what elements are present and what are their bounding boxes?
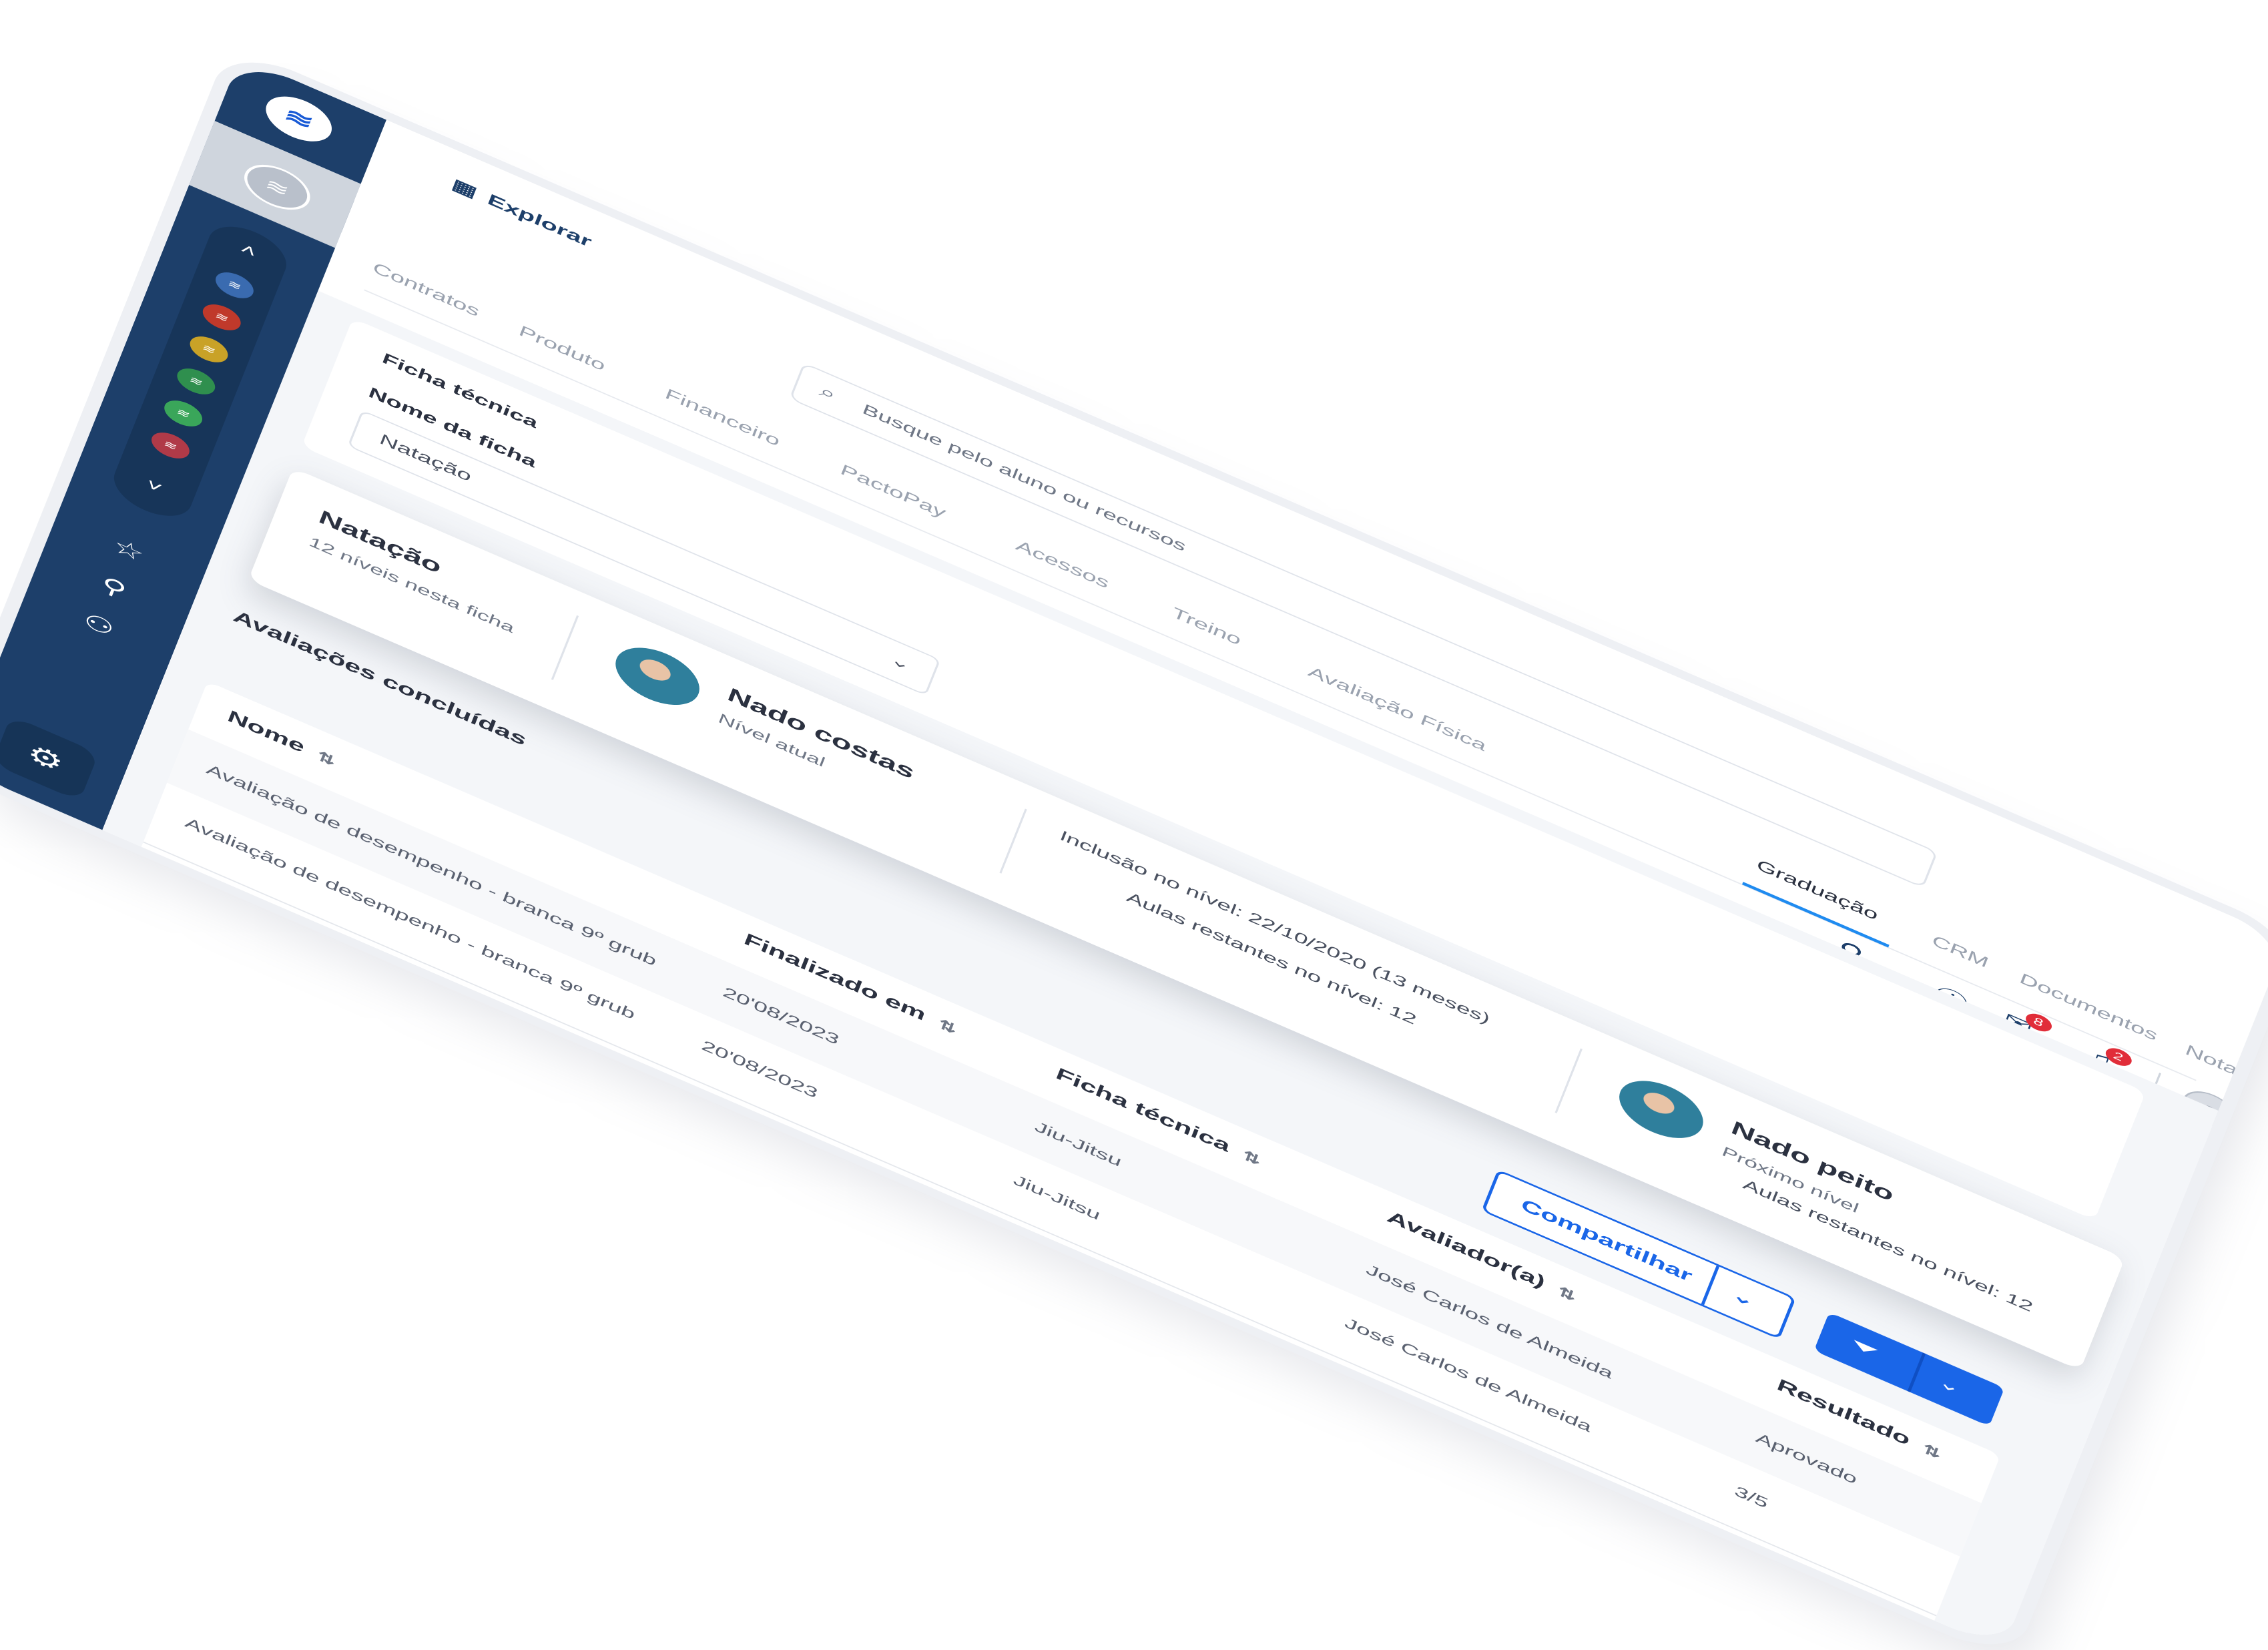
unit-item[interactable]: ≋ xyxy=(174,363,219,399)
chevron-down-icon[interactable]: ⌄ xyxy=(1936,1372,1964,1398)
current-level-avatar xyxy=(607,636,707,716)
main-area: ▦Explorar ⌕ Busque pelo aluno ou recurso… xyxy=(102,120,2268,1650)
tab-pactopay[interactable]: PactoPay xyxy=(838,461,948,522)
ficha-title: Ficha técnica xyxy=(380,350,541,432)
divider xyxy=(999,809,1027,874)
content-area: Ficha técnica Nome da ficha Natação ⌄ Na… xyxy=(102,291,2218,1650)
divider xyxy=(1555,1049,1583,1113)
chevron-down-icon: ⌄ xyxy=(888,651,914,675)
sort-icon[interactable]: ⇅ xyxy=(936,1016,959,1037)
divider xyxy=(551,615,579,680)
logo-icon[interactable]: ≋ xyxy=(260,87,338,150)
unit-item[interactable]: ≋ xyxy=(161,395,206,431)
sort-icon[interactable]: ⇅ xyxy=(1920,1441,1944,1462)
ficha-card: Ficha técnica Nome da ficha Natação ⌄ xyxy=(302,318,2146,1220)
add-user-icon[interactable]: ⚲ xyxy=(84,564,144,612)
cell-resultado: 3/5 xyxy=(1732,1483,1771,1512)
next-level-avatar xyxy=(1611,1069,1711,1149)
tab-financeiro[interactable]: Financeiro xyxy=(663,386,783,451)
tab-contratos[interactable]: Contratos xyxy=(370,260,483,320)
unit-logo-icon: ≋ xyxy=(238,156,316,218)
button-divider xyxy=(1908,1352,1926,1392)
star-icon[interactable]: ☆ xyxy=(99,527,158,575)
unit-item[interactable]: ≋ xyxy=(186,331,232,367)
grid-icon: ▦ xyxy=(449,175,479,201)
unit-item[interactable]: ≋ xyxy=(212,267,258,303)
tablet-plane: ≋ ≋ ˄ ≋ ≋ ≋ ≋ ≋ ≋ ˅ ☆ ⚲ ⚇ ⚙ › ▦Explorar xyxy=(0,57,2268,1650)
unit-item[interactable]: ≋ xyxy=(199,299,244,335)
unit-item[interactable]: ≋ xyxy=(148,427,194,463)
tab-crm[interactable]: CRM xyxy=(1930,932,1991,972)
chevron-up-icon[interactable]: ˄ xyxy=(207,226,290,275)
chevron-down-icon[interactable]: ⌄ xyxy=(1729,1285,1757,1311)
tab-produto[interactable]: Produto xyxy=(517,322,608,374)
remaining-classes-current: Aulas restantes no nível: 12 xyxy=(1124,889,1418,1029)
explorar-link[interactable]: ▦Explorar xyxy=(449,175,594,251)
tab-acessos[interactable]: Acessos xyxy=(1013,537,1111,593)
search-icon: ⌕ xyxy=(816,381,838,405)
chevron-down-icon[interactable]: ˅ xyxy=(113,462,196,511)
sort-icon[interactable]: ⇅ xyxy=(315,748,338,770)
button-divider xyxy=(1701,1266,1719,1305)
tab-treino[interactable]: Treino xyxy=(1169,604,1243,649)
users-icon[interactable]: ⚇ xyxy=(69,601,128,649)
gear-icon[interactable]: ⚙ xyxy=(0,716,99,802)
filter-icon: ⏷ xyxy=(1847,1332,1882,1364)
sort-icon[interactable]: ⇅ xyxy=(1555,1284,1579,1305)
sort-icon[interactable]: ⇅ xyxy=(1240,1147,1263,1169)
app-window: ≋ ≋ ˄ ≋ ≋ ≋ ≋ ≋ ≋ ˅ ☆ ⚲ ⚇ ⚙ › ▦Explorar xyxy=(0,57,2268,1650)
